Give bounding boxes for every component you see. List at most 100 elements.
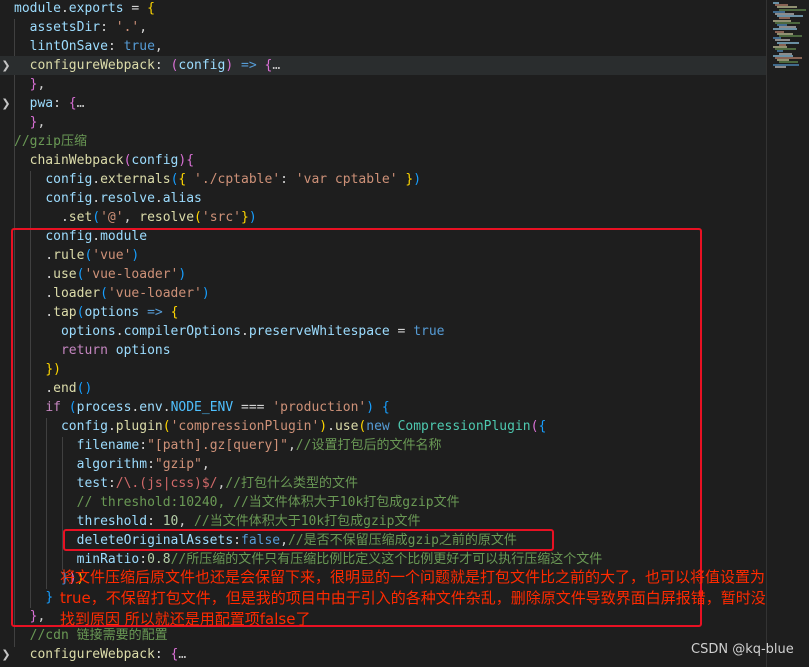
code-token: config bbox=[45, 191, 93, 206]
code-token: , bbox=[37, 115, 46, 130]
code-text: }, bbox=[14, 113, 46, 132]
code-token: 'var cptable' bbox=[295, 172, 398, 187]
code-text: }, bbox=[14, 75, 46, 94]
code-line[interactable]: lintOnSave: true, bbox=[0, 37, 766, 56]
code-token: alias bbox=[162, 191, 202, 206]
minimap-line bbox=[775, 65, 786, 68]
code-token: externals bbox=[100, 172, 171, 187]
code-text: configureWebpack: {… bbox=[14, 645, 187, 664]
code-token: config bbox=[45, 172, 93, 187]
code-token: , bbox=[123, 210, 140, 225]
code-token: assetsDir bbox=[29, 20, 101, 35]
code-token: . bbox=[92, 172, 101, 187]
code-token: : bbox=[100, 20, 116, 35]
code-text: configureWebpack: (config) => {… bbox=[14, 56, 280, 75]
code-token: { bbox=[147, 1, 155, 16]
code-token: configureWebpack bbox=[29, 58, 155, 73]
code-token: config bbox=[178, 58, 226, 73]
code-line[interactable]: chainWebpack(config){ bbox=[0, 151, 766, 170]
code-token: , bbox=[154, 39, 163, 54]
code-token: , bbox=[139, 20, 148, 35]
code-token: . bbox=[14, 210, 69, 225]
code-token: , bbox=[37, 77, 46, 92]
code-token: { bbox=[186, 153, 195, 168]
code-token: chainWebpack bbox=[29, 153, 124, 168]
code-token: '.' bbox=[115, 20, 140, 35]
code-line[interactable]: ❯ pwa: {… bbox=[0, 94, 766, 113]
code-line[interactable]: //gzip压缩 bbox=[0, 132, 766, 151]
code-line[interactable]: ❯ configureWebpack: (config) => {… bbox=[0, 56, 766, 75]
code-token: … bbox=[272, 58, 281, 73]
code-token: … bbox=[76, 96, 85, 111]
code-token: ( bbox=[194, 210, 202, 225]
code-line[interactable]: module.exports = { bbox=[0, 0, 766, 18]
code-token: './cptable' bbox=[194, 172, 281, 187]
code-token: = bbox=[123, 1, 148, 16]
code-token: { bbox=[68, 96, 77, 111]
code-line[interactable]: config.resolve.alias bbox=[0, 189, 766, 208]
code-text: config.externals({ './cptable': 'var cpt… bbox=[14, 170, 421, 189]
scrollbar-track[interactable] bbox=[766, 0, 767, 667]
code-token: pwa bbox=[29, 96, 54, 111]
annotation-text: 将文件压缩后原文件也还是会保留下来，很明显的一个问题就是打包文件比之前的大了，也… bbox=[60, 568, 766, 628]
watermark: CSDN @kq-blue bbox=[691, 642, 794, 657]
highlight-box-delete-original-assets bbox=[63, 529, 554, 551]
code-token: : bbox=[107, 39, 124, 54]
code-token: resolve bbox=[139, 210, 195, 225]
code-token: … bbox=[178, 647, 187, 662]
code-text: pwa: {… bbox=[14, 94, 85, 113]
code-line[interactable]: .set('@', resolve('src'}) bbox=[0, 208, 766, 227]
code-line[interactable]: assetsDir: '.', bbox=[0, 18, 766, 37]
code-token: '@' bbox=[100, 210, 124, 225]
code-text: chainWebpack(config){ bbox=[14, 151, 194, 170]
code-line[interactable]: config.externals({ './cptable': 'var cpt… bbox=[0, 170, 766, 189]
minimap-line bbox=[779, 35, 802, 37]
code-token: set bbox=[68, 210, 93, 225]
code-token: configureWebpack bbox=[29, 647, 155, 662]
chevron-right-icon[interactable]: ❯ bbox=[0, 56, 12, 75]
code-token: //gzip压缩 bbox=[14, 134, 87, 149]
code-token: . bbox=[60, 1, 69, 16]
code-token: 'src' bbox=[201, 210, 242, 225]
code-token: . bbox=[154, 191, 163, 206]
code-token: true bbox=[123, 39, 155, 54]
code-text: .set('@', resolve('src'}) bbox=[14, 208, 257, 227]
code-text: assetsDir: '.', bbox=[14, 18, 147, 37]
minimap[interactable] bbox=[770, 0, 809, 667]
code-token: . bbox=[92, 191, 101, 206]
code-text: config.resolve.alias bbox=[14, 189, 202, 208]
code-token: => bbox=[241, 58, 257, 73]
code-token: ) bbox=[225, 58, 234, 73]
code-token: exports bbox=[68, 1, 124, 16]
code-token: : bbox=[53, 96, 69, 111]
code-token: ) bbox=[248, 210, 257, 225]
code-token: //cdn 链接需要的配置 bbox=[14, 628, 168, 643]
code-line[interactable]: }, bbox=[0, 113, 766, 132]
code-token: ( bbox=[92, 210, 101, 225]
chevron-right-icon[interactable]: ❯ bbox=[0, 645, 12, 664]
code-text: //gzip压缩 bbox=[14, 132, 87, 151]
code-line[interactable]: ❯ configureWebpack: {… bbox=[0, 645, 766, 664]
code-text: lintOnSave: true, bbox=[14, 37, 163, 56]
code-token: : bbox=[154, 58, 171, 73]
code-token: : bbox=[154, 647, 171, 662]
code-token: ) bbox=[413, 172, 422, 187]
code-token: lintOnSave bbox=[29, 39, 108, 54]
code-text: module.exports = { bbox=[14, 0, 155, 18]
code-token: : bbox=[280, 172, 296, 187]
chevron-right-icon[interactable]: ❯ bbox=[0, 94, 12, 113]
code-token: config bbox=[131, 153, 179, 168]
code-line[interactable]: }, bbox=[0, 75, 766, 94]
